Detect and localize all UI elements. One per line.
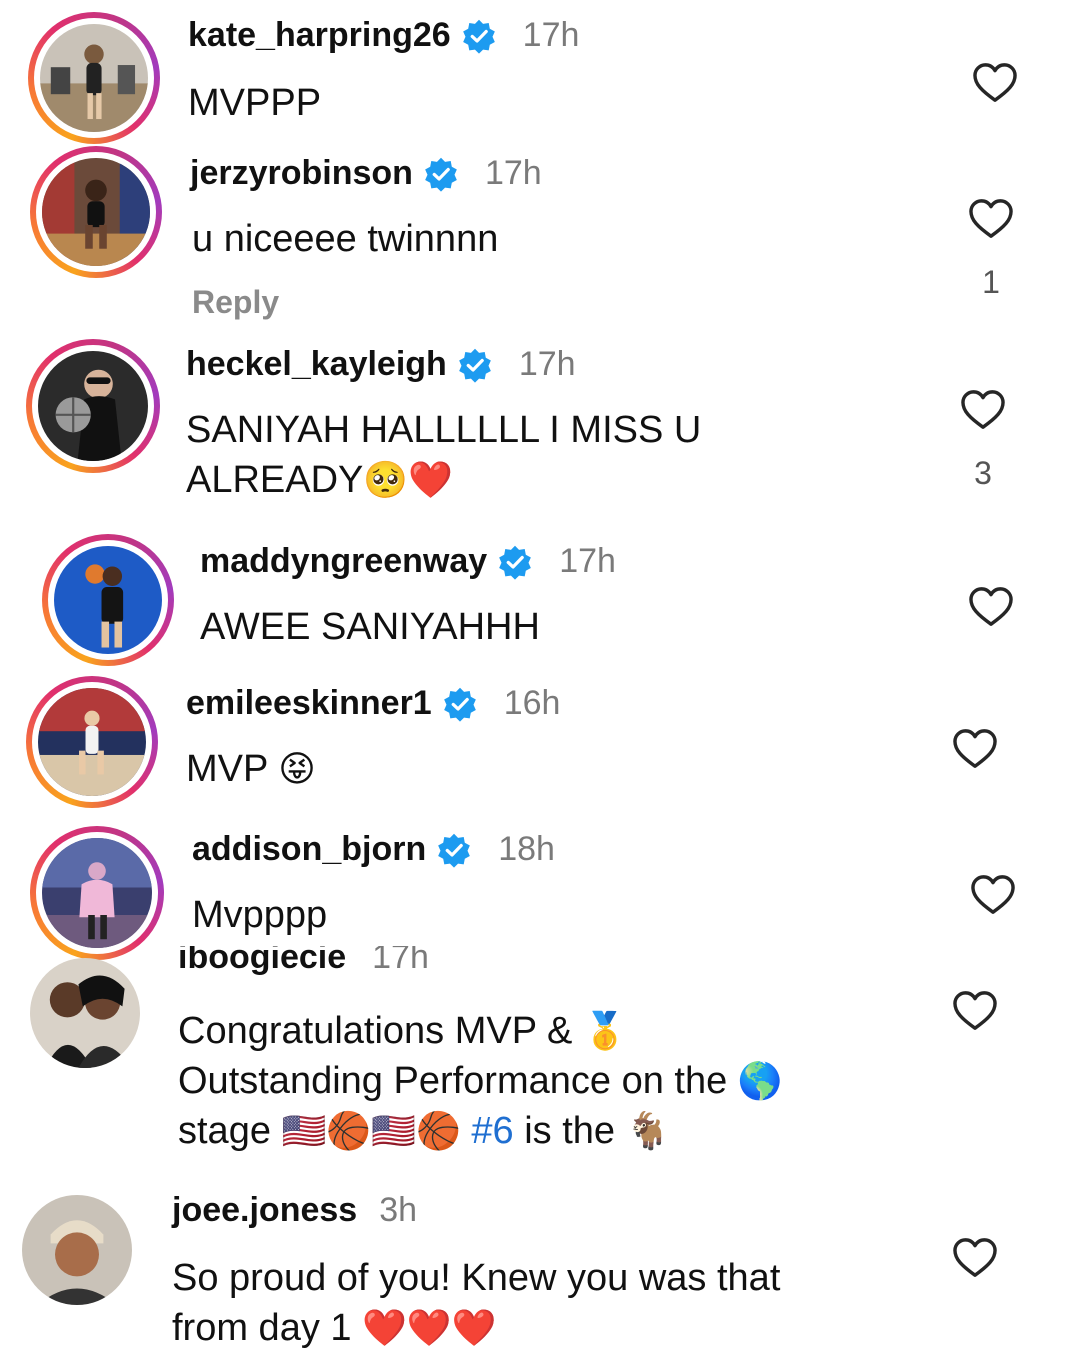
comment-text-line: from day 1 ❤️❤️❤️: [172, 1307, 497, 1349]
avatar[interactable]: [42, 534, 174, 666]
comment-item: addison_bjorn 18h Mvpppp: [0, 822, 1080, 960]
username[interactable]: maddyngreenway: [200, 542, 487, 581]
avatar[interactable]: [30, 146, 162, 278]
comment-text: Mvpppp: [192, 894, 328, 936]
avatar[interactable]: [26, 676, 158, 808]
heart-outline-icon[interactable]: [952, 990, 998, 1032]
timestamp[interactable]: 17h: [559, 542, 616, 581]
comment-text-line: Congratulations MVP & 🥇: [178, 1010, 628, 1052]
heart-outline-icon[interactable]: [970, 874, 1016, 916]
comment-text-line: stage 🇺🇸🏀🇺🇸🏀 #6 is the 🐐: [178, 1110, 671, 1152]
like-count[interactable]: 3: [960, 455, 1006, 492]
comment-item: iboogiecie 17h Congratulations MVP & 🥇 O…: [0, 944, 1080, 1174]
comment-text-line: So proud of you! Knew you was that: [172, 1257, 781, 1299]
like-count[interactable]: 1: [968, 264, 1014, 301]
comment-text-line: Outstanding Performance on the 🌎: [178, 1060, 783, 1102]
avatar[interactable]: [30, 958, 140, 1068]
comment-text: AWEE SANIYAHHH: [200, 606, 540, 648]
timestamp[interactable]: 3h: [379, 1191, 417, 1230]
heart-outline-icon[interactable]: [960, 389, 1006, 431]
emoji: 🌎: [737, 1061, 783, 1102]
heart-outline-icon[interactable]: [968, 198, 1014, 240]
heart-outline-icon[interactable]: [952, 728, 998, 770]
comment-text: MVP 😝: [186, 748, 316, 790]
timestamp[interactable]: 17h: [485, 154, 542, 193]
comment-item: joee.joness 3h So proud of you! Knew you…: [0, 1185, 1080, 1350]
comment-item: jerzyrobinson 17h u niceeee twinnnn Repl…: [0, 140, 1080, 335]
avatar[interactable]: [30, 826, 164, 960]
comment-text-line: ALREADY🥺❤️: [186, 459, 454, 501]
username[interactable]: heckel_kayleigh: [186, 345, 447, 384]
comment-item: kate_harpring26 17h MVPPP: [0, 0, 1080, 144]
username[interactable]: iboogiecie: [178, 946, 346, 977]
heart-outline-icon[interactable]: [968, 586, 1014, 628]
verified-badge-icon: [423, 156, 459, 192]
timestamp[interactable]: 17h: [372, 946, 429, 977]
emoji: 🇺🇸🏀🇺🇸🏀: [281, 1111, 461, 1152]
emoji: 🐐: [625, 1111, 671, 1152]
timestamp[interactable]: 18h: [498, 830, 555, 869]
emoji: 😝: [278, 749, 316, 790]
timestamp[interactable]: 17h: [523, 16, 580, 55]
comment-item: heckel_kayleigh 17h SANIYAH HALLLLLL I M…: [0, 335, 1080, 530]
username[interactable]: jerzyrobinson: [190, 154, 413, 193]
username[interactable]: joee.joness: [172, 1191, 357, 1230]
heart-outline-icon[interactable]: [972, 62, 1018, 104]
comment-item: maddyngreenway 17h AWEE SANIYAHHH: [0, 530, 1080, 670]
username[interactable]: kate_harpring26: [188, 16, 451, 55]
emoji: 🥺❤️: [363, 460, 454, 501]
comment-text-line: SANIYAH HALLLLLL I MISS U: [186, 409, 702, 451]
verified-badge-icon: [497, 544, 533, 580]
avatar[interactable]: [28, 12, 160, 144]
timestamp[interactable]: 16h: [504, 684, 561, 723]
verified-badge-icon: [457, 347, 493, 383]
avatar[interactable]: [22, 1195, 132, 1305]
comment-item: emileeskinner1 16h MVP 😝: [0, 672, 1080, 822]
verified-badge-icon: [461, 18, 497, 54]
username[interactable]: emileeskinner1: [186, 684, 432, 723]
hashtag-link[interactable]: #6: [471, 1110, 513, 1152]
timestamp[interactable]: 17h: [519, 345, 576, 384]
emoji: ❤️❤️❤️: [362, 1308, 497, 1349]
reply-button[interactable]: Reply: [192, 284, 279, 321]
verified-badge-icon: [442, 686, 478, 722]
comment-text: MVPPP: [188, 82, 322, 124]
username[interactable]: addison_bjorn: [192, 830, 426, 869]
emoji: 🥇: [582, 1011, 628, 1052]
heart-outline-icon[interactable]: [952, 1237, 998, 1279]
avatar[interactable]: [26, 339, 160, 473]
verified-badge-icon: [436, 832, 472, 868]
comment-text: u niceeee twinnnn: [192, 218, 499, 260]
